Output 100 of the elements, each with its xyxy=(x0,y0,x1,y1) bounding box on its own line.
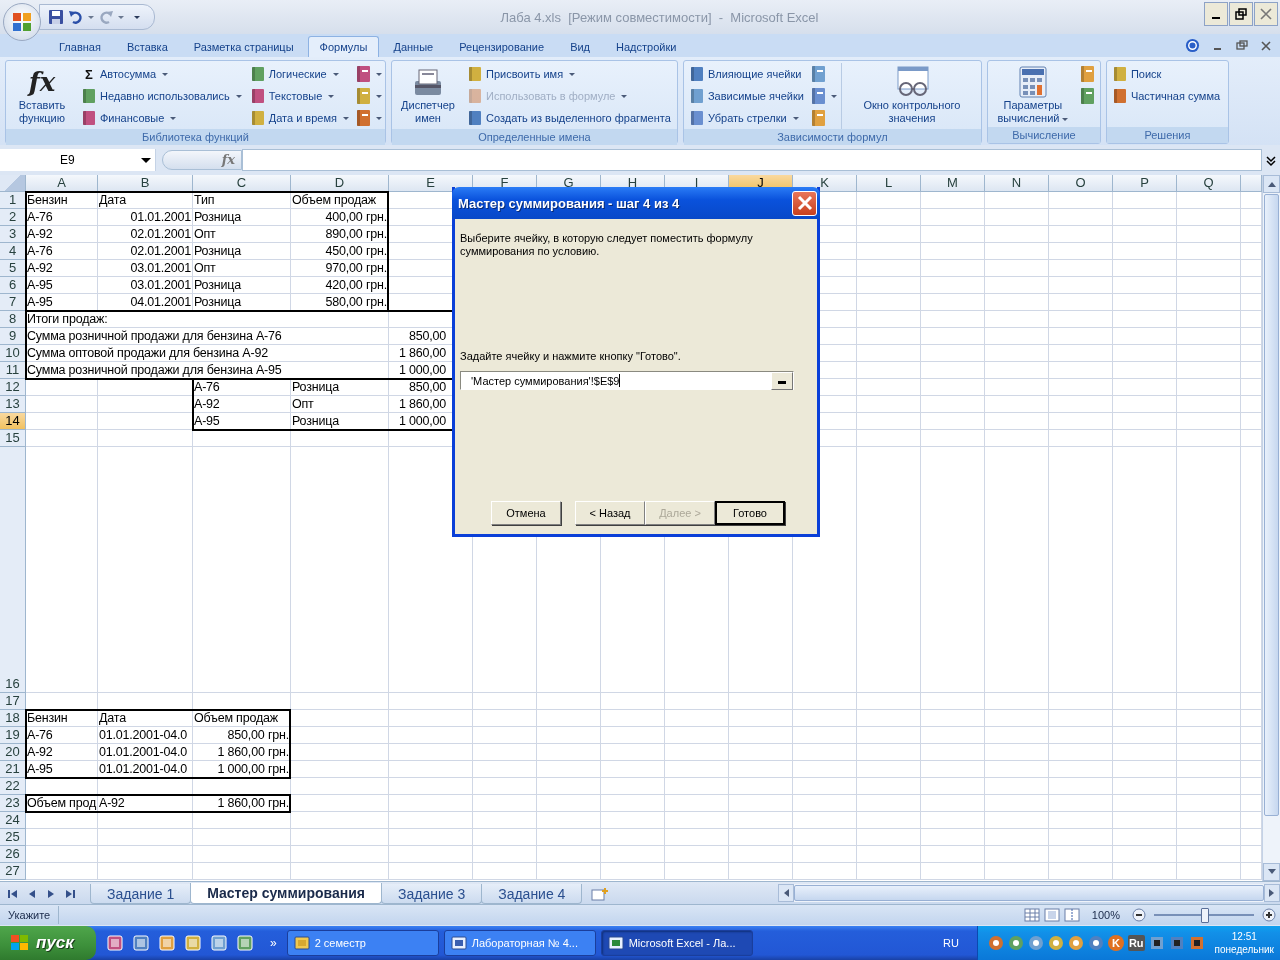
app-icon[interactable] xyxy=(132,934,150,952)
ribbon-tab[interactable]: Надстройки xyxy=(604,36,689,57)
dialog-button[interactable]: Готово xyxy=(715,501,785,525)
row-header[interactable]: 25 xyxy=(0,829,26,846)
first-sheet-icon[interactable] xyxy=(8,889,18,899)
insert-function-button[interactable]: fx Вставить функцию xyxy=(9,63,75,127)
tray-icon[interactable] xyxy=(1168,935,1185,951)
app-icon[interactable] xyxy=(106,934,124,952)
ribbon-button[interactable]: Текстовые xyxy=(247,85,351,107)
column-header[interactable]: L xyxy=(857,175,921,192)
column-header[interactable]: O xyxy=(1049,175,1113,192)
row-header[interactable]: 13 xyxy=(0,396,26,413)
restore-button[interactable] xyxy=(1229,2,1253,26)
scroll-up-button[interactable] xyxy=(1263,175,1280,193)
row-header[interactable]: 11 xyxy=(0,362,26,379)
taskbar-button[interactable]: 2 семестр xyxy=(286,930,439,956)
tray-icon[interactable] xyxy=(1027,935,1044,951)
dialog-button[interactable]: Отмена xyxy=(491,501,561,525)
tray-icon[interactable] xyxy=(1148,935,1165,951)
ribbon-tab[interactable]: Данные xyxy=(381,36,446,57)
new-sheet-icon[interactable] xyxy=(591,887,610,901)
icon-button[interactable] xyxy=(1078,63,1097,85)
zoom-in-icon[interactable] xyxy=(1262,908,1276,922)
minimize-button[interactable] xyxy=(1204,2,1228,26)
row-header[interactable]: 5 xyxy=(0,260,26,277)
taskbar-button[interactable]: Лабораторная № 4... xyxy=(443,930,596,956)
close-icon[interactable] xyxy=(1260,39,1272,52)
row-header[interactable]: 10 xyxy=(0,345,26,362)
row-header[interactable]: 9 xyxy=(0,328,26,345)
row-header[interactable]: 1 xyxy=(0,192,26,209)
icon-button[interactable] xyxy=(354,107,382,129)
scroll-left-button[interactable] xyxy=(778,884,794,902)
icon-button[interactable] xyxy=(354,85,382,107)
ribbon-button[interactable]: Частичная сумма xyxy=(1109,85,1223,107)
normal-view-icon[interactable] xyxy=(1023,908,1040,922)
tray-icon[interactable] xyxy=(987,935,1004,951)
horizontal-scrollbar[interactable] xyxy=(778,884,1280,902)
column-header[interactable]: E xyxy=(389,175,473,192)
scroll-right-button[interactable] xyxy=(1264,884,1280,902)
customize-caret-icon[interactable] xyxy=(134,15,140,19)
save-icon[interactable] xyxy=(48,9,64,25)
ribbon-button[interactable]: Диспетчер имен xyxy=(394,63,461,127)
restore-icon[interactable] xyxy=(1236,39,1248,52)
tray-icon[interactable] xyxy=(1047,935,1064,951)
zoom-out-icon[interactable] xyxy=(1132,908,1146,922)
app-icon[interactable] xyxy=(158,934,176,952)
office-button[interactable] xyxy=(3,3,41,41)
page-layout-icon[interactable] xyxy=(1043,908,1060,922)
row-header[interactable]: 2 xyxy=(0,209,26,226)
ribbon-button[interactable]: Недавно использовались xyxy=(79,85,244,107)
ribbon-button[interactable]: Присвоить имя xyxy=(464,63,673,85)
app-icon[interactable] xyxy=(236,934,254,952)
ribbon-button[interactable]: Влияющие ячейки xyxy=(686,63,806,85)
sheet-tab[interactable]: Задание 1 xyxy=(90,884,192,904)
row-header[interactable]: 16 xyxy=(0,447,26,693)
ribbon-button[interactable]: Дата и время xyxy=(247,107,351,129)
column-header[interactable]: Q xyxy=(1177,175,1241,192)
icon-button[interactable] xyxy=(354,63,382,85)
row-header[interactable]: 27 xyxy=(0,863,26,880)
row-header[interactable]: 18 xyxy=(0,710,26,727)
tray-icon[interactable] xyxy=(1087,935,1104,951)
collapse-dialog-button[interactable] xyxy=(771,371,793,390)
reference-field[interactable]: 'Мастер суммирования'!$E$9 xyxy=(460,371,794,390)
ribbon-tab[interactable]: Формулы xyxy=(307,36,380,57)
start-button[interactable]: пуск xyxy=(0,926,96,960)
scroll-thumb[interactable] xyxy=(1264,194,1279,816)
ribbon-button[interactable]: Создать из выделенного фрагмента xyxy=(464,107,673,129)
tray-icon[interactable] xyxy=(1067,935,1084,951)
ribbon-tab[interactable]: Разметка страницы xyxy=(181,36,306,57)
app-icon[interactable] xyxy=(210,934,228,952)
icon-button[interactable] xyxy=(1078,85,1097,107)
row-header[interactable]: 6 xyxy=(0,277,26,294)
row-header[interactable]: 19 xyxy=(0,727,26,744)
formula-field[interactable] xyxy=(242,149,1262,171)
ribbon-button[interactable]: Поиск xyxy=(1109,63,1223,85)
column-header[interactable]: M xyxy=(921,175,985,192)
insert-function-button[interactable]: fx xyxy=(162,150,242,170)
row-header[interactable]: 21 xyxy=(0,761,26,778)
dialog-button[interactable]: < Назад xyxy=(575,501,645,525)
ribbon-tab[interactable]: Вид xyxy=(558,36,603,57)
row-header[interactable]: 7 xyxy=(0,294,26,311)
row-header[interactable]: 3 xyxy=(0,226,26,243)
row-header[interactable]: 23 xyxy=(0,795,26,812)
undo-icon[interactable] xyxy=(68,9,84,25)
row-header[interactable]: 14 xyxy=(0,413,26,430)
language-indicator[interactable]: RU xyxy=(943,937,959,949)
overflow-chevron[interactable]: » xyxy=(270,936,277,950)
last-sheet-icon[interactable] xyxy=(65,889,75,899)
ribbon-button[interactable]: Σ Автосумма xyxy=(79,63,244,85)
ribbon-tab[interactable]: Рецензирование xyxy=(447,36,557,57)
row-header[interactable]: 22 xyxy=(0,778,26,795)
previous-sheet-icon[interactable] xyxy=(27,889,37,899)
icon-button[interactable] xyxy=(809,85,837,107)
row-header[interactable]: 15 xyxy=(0,430,26,447)
ribbon-button[interactable]: Убрать стрелки xyxy=(686,107,806,129)
tray-icon[interactable] xyxy=(1007,935,1024,951)
ribbon-button[interactable]: Финансовые xyxy=(79,107,244,129)
row-header[interactable]: 4 xyxy=(0,243,26,260)
scroll-thumb[interactable] xyxy=(793,885,1265,901)
caret-icon[interactable] xyxy=(141,157,151,163)
